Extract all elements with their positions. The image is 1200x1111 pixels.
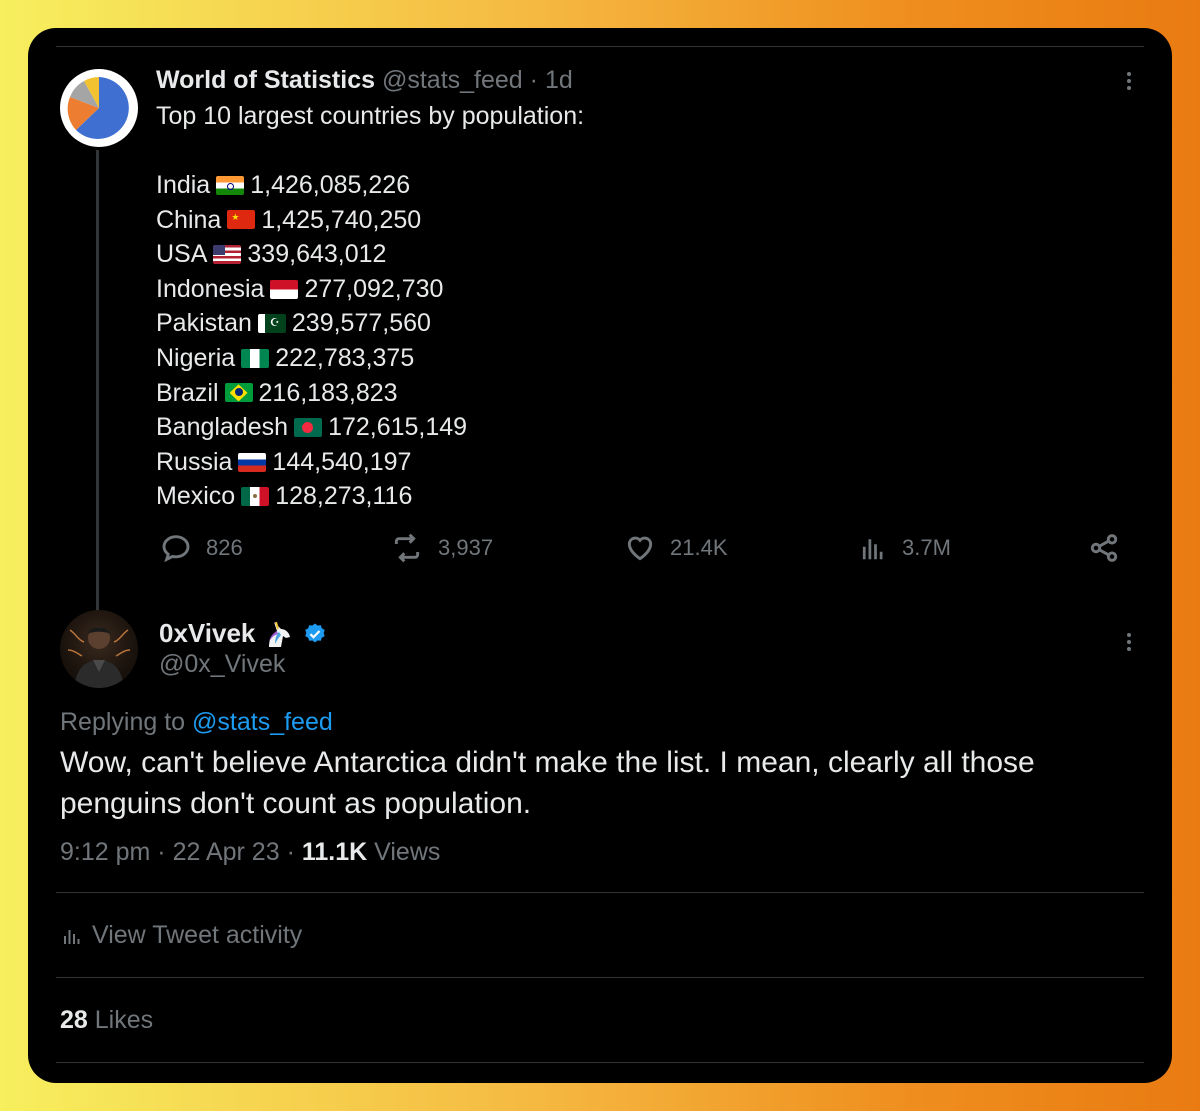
country-name: China — [156, 205, 222, 234]
activity-label: View Tweet activity — [92, 921, 303, 949]
reply-count: 826 — [206, 535, 243, 560]
view-tweet-activity-button[interactable]: View Tweet activity — [60, 921, 302, 950]
bottom-divider — [56, 1062, 1144, 1063]
country-name: India — [156, 171, 211, 199]
population-value: 277,092,730 — [304, 274, 444, 303]
unicorn-icon — [269, 621, 291, 647]
reply-time[interactable]: 9:12 pm — [60, 838, 150, 866]
meta-dot: · — [286, 838, 295, 866]
population-value: 1,426,085,226 — [250, 171, 411, 199]
country-list: India 1,426,085,226 China ★ 1,425,740,25… — [156, 168, 467, 514]
thread-line — [96, 150, 99, 634]
reply-meta: 9:12 pm · 22 Apr 23 · 11.1K Views — [60, 838, 440, 867]
views-count: 3.7M — [902, 535, 951, 560]
population-value: 1,425,740,250 — [261, 205, 422, 234]
like-count: 21.4K — [670, 535, 728, 560]
like-button[interactable]: 21.4K — [624, 532, 728, 564]
list-item: Brazil 216,183,823 — [156, 376, 467, 411]
russia-flag-icon — [238, 452, 267, 472]
parent-intro: Top 10 largest countries by population: — [156, 102, 585, 130]
views-button[interactable]: 3.7M — [858, 532, 951, 564]
country-name: Russia — [156, 447, 233, 476]
parent-age[interactable]: 1d — [545, 66, 573, 94]
parent-header: World of Statistics @stats_feed · 1d — [156, 66, 573, 95]
share-button[interactable] — [1088, 532, 1120, 564]
top-divider — [56, 46, 1144, 47]
list-item: USA 339,643,012 — [156, 237, 467, 272]
indonesia-flag-icon — [270, 279, 299, 299]
reply-views-label: Views — [374, 838, 441, 866]
meta-dot: · — [157, 838, 166, 866]
country-name: Mexico — [156, 482, 236, 511]
verified-badge-icon — [305, 623, 326, 642]
nigeria-flag-icon — [241, 348, 270, 368]
population-value: 339,643,012 — [247, 240, 387, 269]
share-icon — [1090, 534, 1118, 562]
divider — [56, 977, 1144, 978]
population-value: 239,577,560 — [291, 309, 431, 338]
list-item: India 1,426,085,226 — [156, 168, 467, 203]
reply-views-count: 11.1K — [301, 838, 368, 866]
separator: · — [529, 66, 538, 94]
parent-handle[interactable]: @stats_feed — [382, 66, 523, 94]
list-item: Mexico 128,273,116 — [156, 479, 467, 514]
country-name: Brazil — [156, 378, 219, 407]
list-item: Indonesia 277,092,730 — [156, 272, 467, 307]
parent-action-bar: 826 3,937 21.4K 3.7M — [156, 532, 1122, 568]
reply-handle[interactable]: @0x_Vivek — [159, 650, 285, 679]
population-value: 128,273,116 — [275, 482, 413, 511]
reply-icon — [162, 535, 190, 563]
list-item: Bangladesh 172,615,149 — [156, 410, 467, 445]
divider — [56, 892, 1144, 893]
reply-author[interactable]: 0xVivek — [159, 618, 327, 649]
likes-summary[interactable]: 28 Likes — [60, 1006, 153, 1035]
country-name: Indonesia — [156, 274, 265, 303]
vivek-avatar[interactable] — [60, 610, 138, 688]
brazil-flag-icon — [224, 383, 253, 403]
replying-to: Replying to @stats_feed — [60, 708, 333, 737]
population-value: 222,783,375 — [275, 343, 415, 372]
replying-to-link[interactable]: @stats_feed — [192, 708, 333, 736]
pakistan-flag-icon: ☪ — [257, 314, 286, 334]
reply-author-name: 0xVivek — [159, 618, 256, 648]
reply-more-icon[interactable] — [1114, 627, 1144, 657]
reply-date[interactable]: 22 Apr 23 — [173, 838, 280, 866]
parent-more-icon[interactable] — [1114, 66, 1144, 96]
person-avatar-icon — [67, 627, 131, 688]
list-item: Nigeria 222,783,375 — [156, 341, 467, 376]
mexico-flag-icon — [241, 487, 270, 507]
list-item: Pakistan ☪ 239,577,560 — [156, 306, 467, 341]
country-name: USA — [156, 240, 208, 269]
stats-avatar[interactable] — [60, 69, 138, 147]
likes-count: 28 — [60, 1006, 88, 1034]
likes-label: Likes — [94, 1006, 154, 1034]
country-name: Bangladesh — [156, 413, 289, 442]
population-value: 216,183,823 — [258, 378, 398, 407]
list-item: China ★ 1,425,740,250 — [156, 203, 467, 238]
india-flag-icon — [216, 175, 245, 195]
country-name: Pakistan — [156, 309, 252, 338]
usa-flag-icon — [213, 244, 242, 264]
activity-chart-icon — [64, 929, 80, 944]
retweet-button[interactable]: 3,937 — [390, 532, 493, 564]
country-name: Nigeria — [156, 343, 236, 372]
parent-author-name[interactable]: World of Statistics — [156, 66, 375, 94]
bangladesh-flag-icon — [294, 417, 323, 437]
population-value: 144,540,197 — [272, 447, 412, 476]
views-chart-icon — [862, 539, 883, 560]
pie-chart-logo-icon — [66, 75, 132, 141]
population-value: 172,615,149 — [328, 413, 468, 442]
retweet-icon — [394, 533, 420, 563]
heart-icon — [627, 536, 653, 561]
china-flag-icon: ★ — [227, 210, 256, 230]
replying-prefix: Replying to — [60, 708, 186, 736]
list-item: Russia 144,540,197 — [156, 445, 467, 480]
tweet-card: World of Statistics @stats_feed · 1d Top… — [28, 28, 1172, 1083]
reply-text: Wow, can't believe Antarctica didn't mak… — [60, 746, 1035, 820]
reply-button[interactable]: 826 — [160, 532, 243, 564]
retweet-count: 3,937 — [438, 535, 494, 560]
